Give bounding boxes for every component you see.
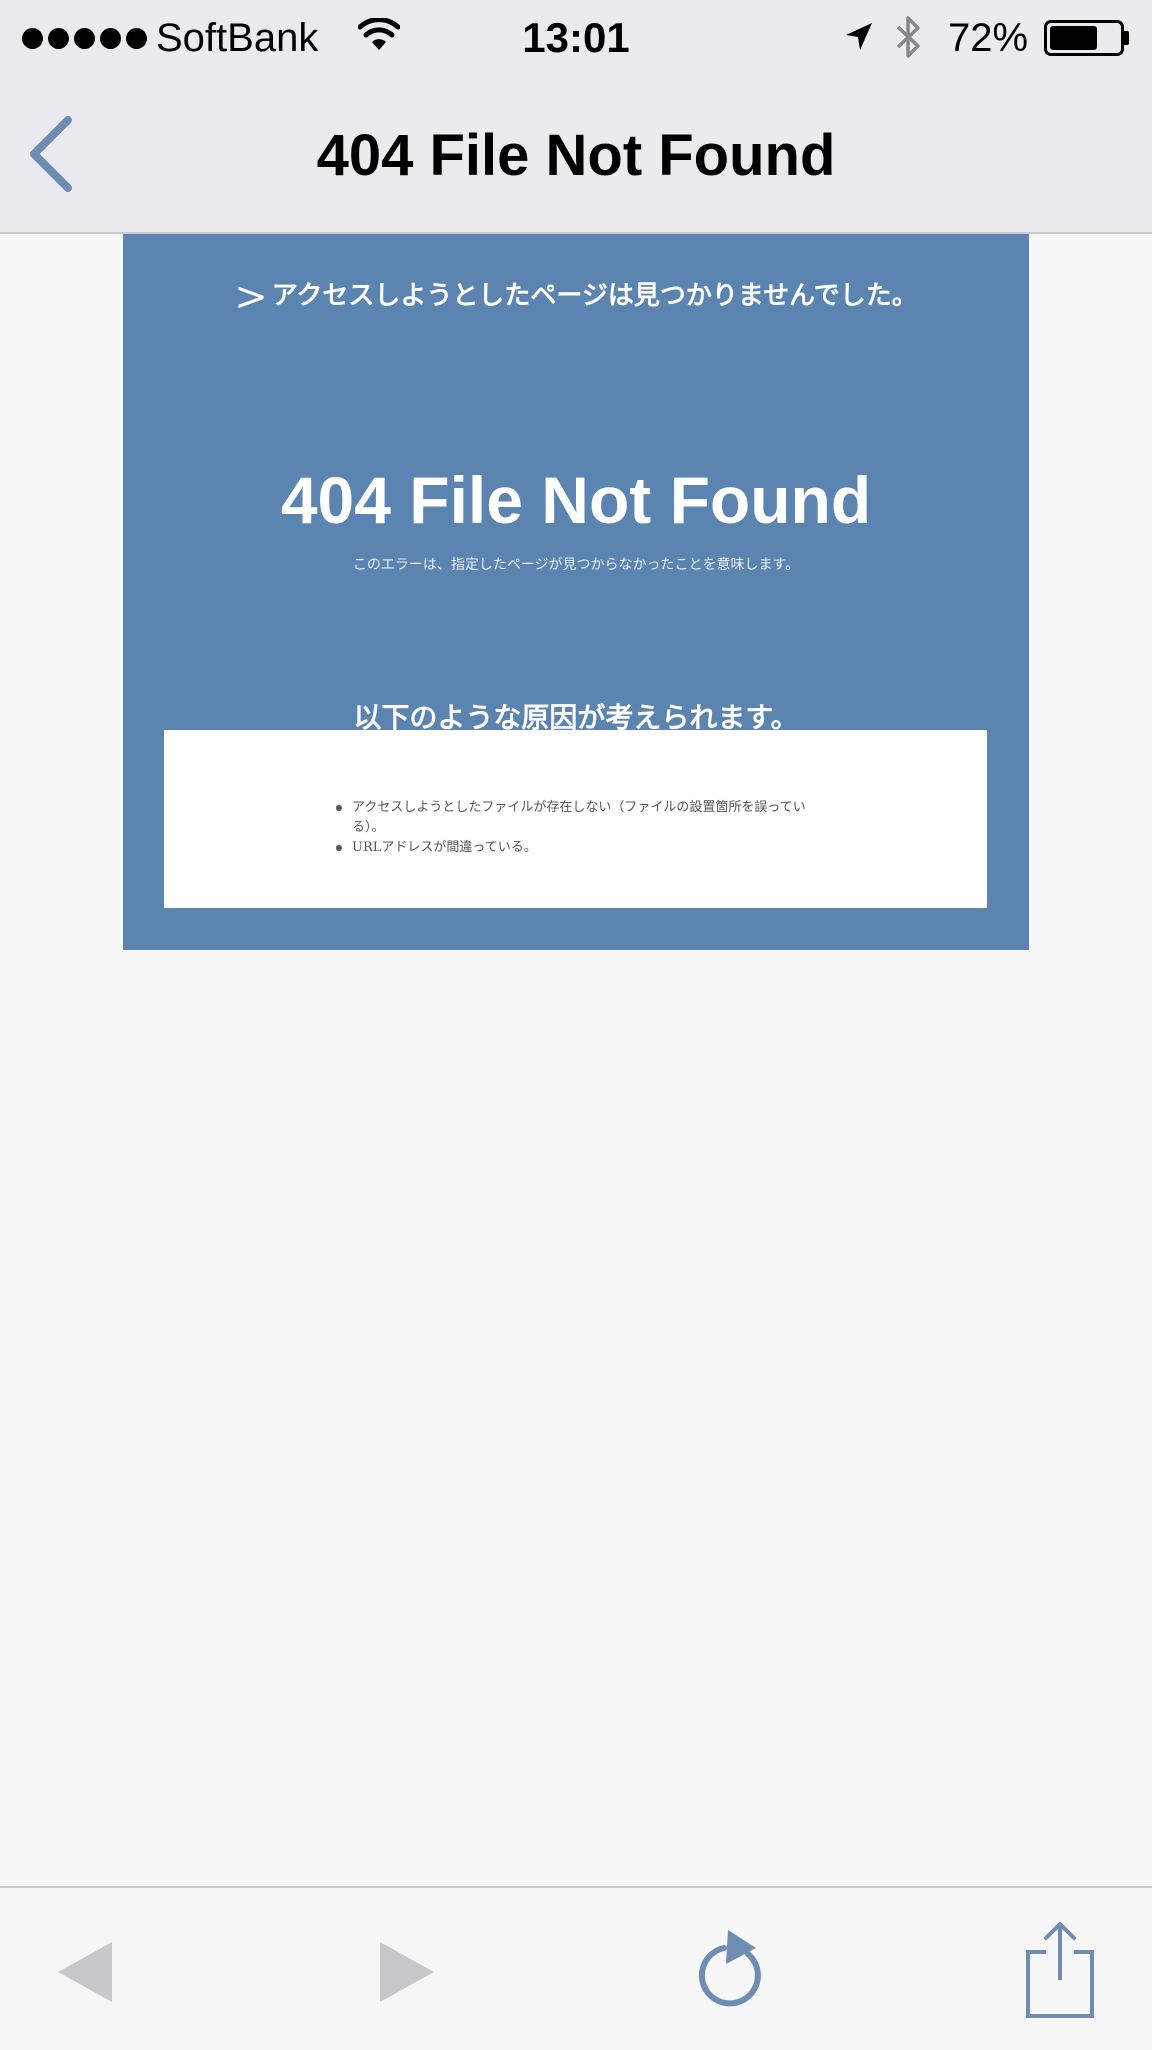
battery-fill: [1050, 26, 1098, 50]
bottom-toolbar: [0, 1886, 1152, 2050]
list-item: アクセスしようとしたファイルが存在しない（ファイルの設置箇所を誤っている）。: [334, 798, 834, 838]
status-bar: SoftBank 13:01 72%: [0, 0, 1152, 78]
error-title: 404 File Not Found: [280, 463, 872, 537]
error-panel: > アクセスしようとしたページは見つかりませんでした。 404 File Not …: [123, 234, 1029, 950]
intro-text: > アクセスしようとしたページは見つかりませんでした。: [123, 274, 1029, 320]
reload-button[interactable]: [694, 1926, 770, 2017]
share-button[interactable]: [1022, 1918, 1098, 2023]
page-title: 404 File Not Found: [316, 123, 836, 188]
intro-marker: >: [234, 274, 268, 320]
battery-tip: [1124, 31, 1129, 45]
web-view[interactable]: > アクセスしようとしたページは見つかりませんでした。 404 File Not …: [0, 234, 1152, 1886]
bluetooth-icon: [894, 14, 924, 65]
list-item: URLアドレスが間違っている。: [334, 838, 834, 858]
reload-icon: [698, 1930, 761, 2007]
battery-icon: [1044, 20, 1124, 56]
browser-back-button[interactable]: [56, 1940, 116, 2009]
battery-percent: 72%: [948, 16, 1029, 60]
browser-forward-button[interactable]: [376, 1940, 436, 2009]
forward-triangle-icon: [380, 1942, 434, 2002]
causes-list: アクセスしようとしたファイルが存在しない（ファイルの設置箇所を誤っている）。 U…: [334, 798, 834, 858]
intro-message: アクセスしようとしたページは見つかりませんでした。: [271, 281, 918, 311]
location-arrow-icon: [842, 20, 876, 59]
share-icon: [1026, 1922, 1094, 2018]
back-triangle-icon: [58, 1942, 112, 2002]
error-subtitle: このエラーは、指定したページが見つからなかったことを意味します。: [352, 557, 800, 573]
navigation-bar: 404 File Not Found: [0, 78, 1152, 234]
causes-box: アクセスしようとしたファイルが存在しない（ファイルの設置箇所を誤っている）。 U…: [164, 730, 987, 908]
